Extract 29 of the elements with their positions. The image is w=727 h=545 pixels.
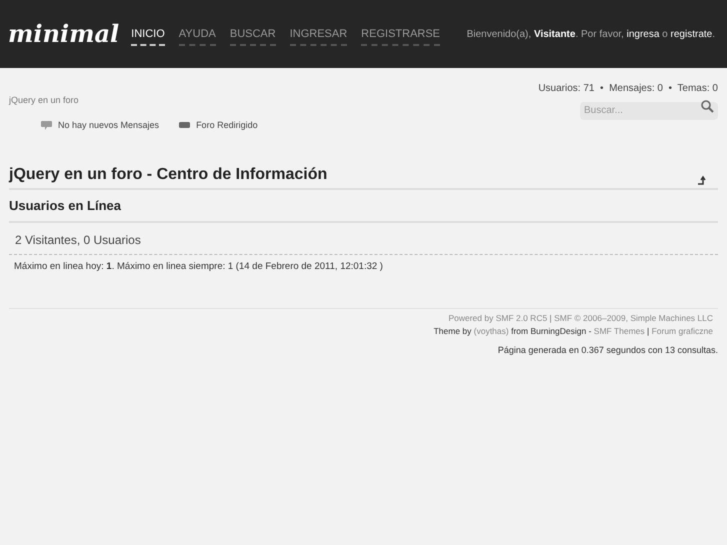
forum-stats: Usuarios: 71 • Mensajes: 0 • Temas: 0 [538,82,718,96]
link[interactable]: Forum graficzne [652,326,713,336]
welcome-text: Bienvenido(a), Visitante. Por favor, ingresa o registrate. [466,28,715,42]
generation-info: Página generada en 0.367 segundos con 13 consultas. [498,344,718,358]
link[interactable]: ingresa [626,28,660,40]
link[interactable]: registrate [670,28,712,40]
collapse-icon[interactable] [696,174,706,184]
nav-tab[interactable]: REGISTRARSE [361,26,440,46]
section-title: Usuarios en Línea [9,196,718,223]
link[interactable]: SMF Themes [594,326,645,336]
legend-label: Foro Redirigido [196,119,258,132]
breadcrumb[interactable]: jQuery en un foro [9,94,79,108]
nav-tab[interactable]: AYUDA [178,26,216,46]
logo: minimal [8,18,120,50]
link[interactable]: SMF © 2006–2009, Simple Machines LLC [554,313,713,324]
footer-credit: Theme by (voythas) from BurningDesign - SMF Themes | Forum graficzne [434,325,713,338]
record-text: Máximo en linea hoy: 1. Máximo en linea siempre: 1 (14 de Febrero de 2011, 12:01:32 ) [13,260,384,274]
online-count: 2 Visitantes, 0 Usuarios [9,223,718,255]
search-icon[interactable] [700,99,714,113]
footer-credit: Powered by SMF 2.0 RC5 | SMF © 2006–2009, Simple Machines LLC [448,312,713,326]
link[interactable]: Powered by SMF 2.0 RC5 [448,313,548,324]
search-field[interactable]: Buscar... [580,102,718,120]
nav-tab[interactable]: INICIO [131,26,165,46]
link[interactable]: (voythas) [474,326,509,336]
nav-tab[interactable]: INGRESAR [290,26,348,46]
page-title: jQuery en un foro - Centro de Información [9,164,328,184]
nav-tab[interactable]: BUSCAR [230,26,276,46]
speech-bubble-icon [41,121,52,130]
legend-label: No hay nuevos Mensajes [58,119,160,132]
